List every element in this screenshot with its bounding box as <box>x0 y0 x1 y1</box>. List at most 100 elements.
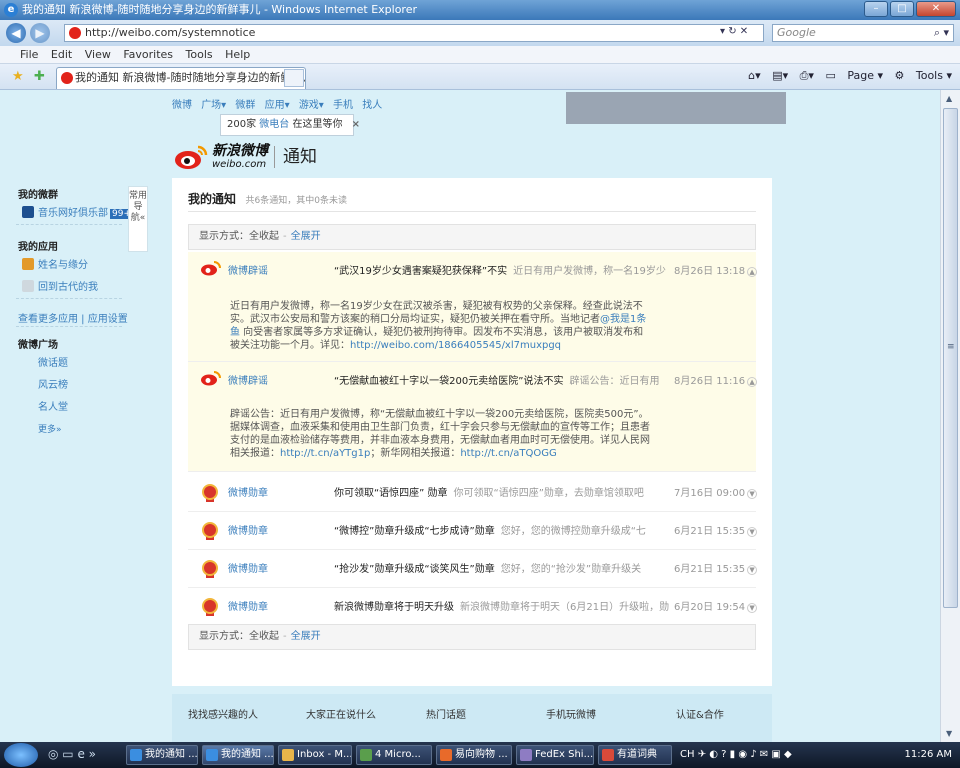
notice-header-sub: 共6条通知，其中0条未读 <box>245 196 347 206</box>
notice-item-3[interactable]: 微博勋章 你可领取“语惊四座” 勋章 你可领取“语惊四座”勋章，去勋章馆领取吧 7… <box>188 474 758 512</box>
expand-all-link[interactable]: 全展开 <box>291 231 321 242</box>
footer-hot-topics[interactable]: 热门话题 <box>426 706 466 721</box>
footer-find-people[interactable]: 找找感兴趣的人 <box>188 706 258 721</box>
notice-sender[interactable]: 微博勋章 <box>228 484 268 499</box>
taskbar-office[interactable]: 4 Micro... <box>356 745 432 765</box>
notice-sender[interactable]: 微博勋章 <box>228 598 268 613</box>
notice-subject[interactable]: 新浪微博勋章将于明天升级 新浪微博勋章将于明天（6月21日）升级啦，勋 <box>334 598 674 613</box>
address-input[interactable]: http://weibo.com/systemnotice <box>64 24 764 42</box>
promo-close-icon[interactable]: × <box>352 119 360 130</box>
nav-games[interactable]: 游戏▾ <box>299 100 324 111</box>
input-language[interactable]: CH <box>680 749 695 760</box>
sidebar-item-weiqun[interactable]: 音乐网好俱乐部 99+ <box>22 204 133 219</box>
notice-subject[interactable]: “抢沙发”勋章升级成“谈笑风生”勋章 您好，您的“抢沙发”勋章升级关 <box>334 560 674 575</box>
home-icon[interactable]: ⌂▾ <box>748 69 761 82</box>
new-tab-button[interactable] <box>284 69 304 87</box>
quicklaunch-icons[interactable]: ◎ ▭ e » <box>48 747 96 761</box>
promo-link[interactable]: 微电台 <box>259 119 289 130</box>
notice-url-link-2[interactable]: http://t.cn/aTQOGG <box>460 448 556 459</box>
menu-tools[interactable]: Tools <box>186 48 213 61</box>
expand-all-link[interactable]: 全展开 <box>291 631 321 642</box>
app-settings-link[interactable]: 应用设置 <box>88 314 128 325</box>
back-button[interactable]: ◀ <box>6 23 26 43</box>
feeds-icon[interactable]: ▤▾ <box>772 69 788 82</box>
taskbar-fedex[interactable]: FedEx Shi... <box>516 745 594 765</box>
footer-verify[interactable]: 认证&合作 <box>676 706 724 721</box>
sidebar-item-celebs[interactable]: 名人堂 <box>38 398 68 413</box>
notice-subject[interactable]: “无偿献血被红十字以一袋200元卖给医院”说法不实 辟谣公告：近日有用 <box>334 372 674 387</box>
favorites-star-icon[interactable]: ★ <box>12 69 24 84</box>
nav-mobile[interactable]: 手机 <box>333 100 353 111</box>
notice-url-link[interactable]: http://t.cn/aYTg1p <box>280 448 370 459</box>
menu-edit[interactable]: Edit <box>51 48 72 61</box>
menu-view[interactable]: View <box>85 48 111 61</box>
maximize-button[interactable]: □ <box>890 1 914 17</box>
radio-promo-box[interactable]: 200家 微电台 在这里等你 × <box>220 114 360 136</box>
start-button[interactable] <box>4 743 38 767</box>
notice-sender[interactable]: 微博辟谣 <box>228 372 268 387</box>
scroll-up-icon[interactable]: ▲ <box>946 94 952 103</box>
notice-url-link[interactable]: http://weibo.com/1866405545/xl7muxpgq <box>350 340 561 351</box>
notice-subject[interactable]: 你可领取“语惊四座” 勋章 你可领取“语惊四座”勋章，去勋章馆领取吧 <box>334 484 674 499</box>
nav-weibo[interactable]: 微博 <box>172 100 192 111</box>
nav-square[interactable]: 广场▾ <box>201 100 226 111</box>
add-favorites-icon[interactable]: ✚ <box>34 69 45 84</box>
scroll-thumb[interactable] <box>943 108 958 608</box>
refresh-stop-icons[interactable]: ▾ ↻ ✕ <box>720 26 748 37</box>
print-icon[interactable]: ⎙▾ <box>800 69 814 82</box>
menu-favorites[interactable]: Favorites <box>123 48 173 61</box>
notice-sender[interactable]: 微博勋章 <box>228 522 268 537</box>
taskbar-ie-1[interactable]: 我的通知 ... <box>126 745 198 765</box>
expand-chevron-icon[interactable]: ▼ <box>747 489 758 499</box>
footer-trending[interactable]: 大家正在说什么 <box>306 706 376 721</box>
footer-mobile[interactable]: 手机玩微博 <box>546 706 596 721</box>
sidebar-item-rank[interactable]: 风云榜 <box>38 376 68 391</box>
taskbar-shopping[interactable]: 易向购物 ... <box>436 745 512 765</box>
collapse-all-option[interactable]: 全收起 <box>249 631 279 642</box>
notice-sender[interactable]: 微博辟谣 <box>228 262 268 277</box>
page-menu[interactable]: ▭ Page ▾ <box>825 69 883 82</box>
common-nav-toggle[interactable]: 常用导航« <box>128 186 148 252</box>
sidebar-more[interactable]: 更多» <box>38 422 62 435</box>
expand-chevron-icon[interactable]: ▼ <box>747 565 758 575</box>
search-icon[interactable]: ⌕ ▾ <box>934 25 949 41</box>
sidebar-item-topics[interactable]: 微话题 <box>38 354 68 369</box>
taskbar-youdao[interactable]: 有道词典 <box>598 745 672 765</box>
notice-sender[interactable]: 微博勋章 <box>228 560 268 575</box>
tray-icons[interactable]: ✈ ◐ ? ▮ ◉ ♪ ✉ ▣ ◆ <box>698 749 792 760</box>
expand-chevron-icon[interactable]: ▼ <box>747 527 758 537</box>
scroll-down-icon[interactable]: ▼ <box>946 729 952 738</box>
weibo-logo[interactable]: 新浪微博 weibo.com <box>174 140 274 174</box>
sidebar-divider <box>16 298 122 299</box>
vertical-scrollbar[interactable]: ▲ ≡ ▼ <box>940 90 960 742</box>
notice-time: 6月20日 19:54 ▼ <box>674 598 758 613</box>
minimize-button[interactable]: – <box>864 1 888 17</box>
nav-find-people[interactable]: 找人 <box>362 100 382 111</box>
forward-button[interactable]: ▶ <box>30 23 50 43</box>
menu-file[interactable]: File <box>20 48 38 61</box>
nav-apps[interactable]: 应用▾ <box>265 100 290 111</box>
more-apps-link[interactable]: 查看更多应用 <box>18 314 78 325</box>
notice-item-1[interactable]: 微博辟谣 “武汉19岁少女遇害案疑犯获保释”不实 近日有用户发微博，称一名19岁少… <box>188 252 758 362</box>
expand-chevron-icon[interactable]: ▼ <box>747 603 758 613</box>
tools-menu[interactable]: ⚙ Tools ▾ <box>895 69 953 82</box>
notice-subject[interactable]: “武汉19岁少女遇害案疑犯获保释”不实 近日有用户发微博，称一名19岁少 <box>334 262 674 277</box>
search-input[interactable]: Google ⌕ ▾ <box>772 24 954 42</box>
notice-subject[interactable]: “微博控”勋章升级成“七步成诗”勋章 您好，您的微博控勋章升级成“七 <box>334 522 674 537</box>
taskbar-outlook[interactable]: Inbox - M... <box>278 745 352 765</box>
notice-item-2[interactable]: 微博辟谣 “无偿献血被红十字以一袋200元卖给医院”说法不实 辟谣公告：近日有用 … <box>188 362 758 472</box>
taskbar-ie-2[interactable]: 我的通知 ... <box>202 745 274 765</box>
sidebar-item-app1[interactable]: 姓名与缘分 <box>22 256 88 271</box>
notice-item-6[interactable]: 微博勋章 新浪微博勋章将于明天升级 新浪微博勋章将于明天（6月21日）升级啦，勋 … <box>188 588 758 626</box>
sidebar-item-app2[interactable]: 回到古代的我 <box>22 278 98 293</box>
notice-item-4[interactable]: 微博勋章 “微博控”勋章升级成“七步成诗”勋章 您好，您的微博控勋章升级成“七 6… <box>188 512 758 550</box>
clock[interactable]: 11:26 AM <box>905 742 952 768</box>
collapse-chevron-icon[interactable]: ▲ <box>747 267 758 277</box>
nav-weiqun[interactable]: 微群 <box>235 100 255 111</box>
close-window-button[interactable]: ✕ <box>916 1 956 17</box>
collapse-all-option[interactable]: 全收起 <box>249 231 279 242</box>
notice-item-5[interactable]: 微博勋章 “抢沙发”勋章升级成“谈笑风生”勋章 您好，您的“抢沙发”勋章升级关 6… <box>188 550 758 588</box>
menu-help[interactable]: Help <box>225 48 250 61</box>
collapse-chevron-icon[interactable]: ▲ <box>747 377 758 387</box>
tab-weibo[interactable]: 我的通知 新浪微博-随时随地分享身边的新鲜事儿 <box>56 67 306 89</box>
